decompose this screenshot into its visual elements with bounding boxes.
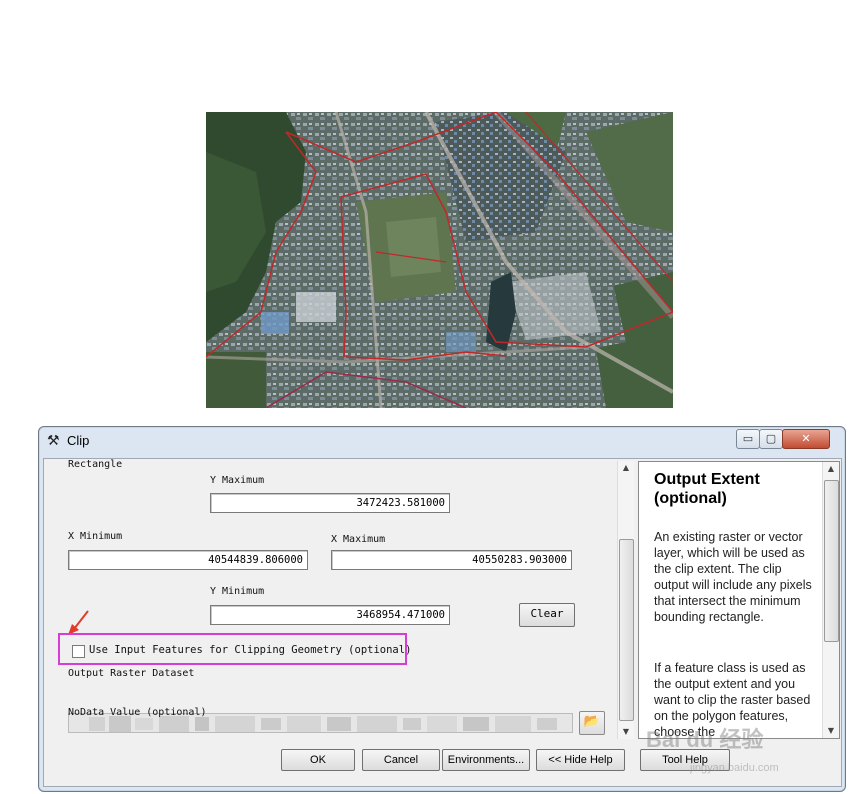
y-maximum-label: Y Maximum <box>210 475 265 486</box>
use-input-features-label[interactable]: Use Input Features for Clipping Geometry… <box>89 644 411 656</box>
use-input-features-checkbox[interactable] <box>72 645 85 658</box>
parameters-scrollbar[interactable]: ▲ ▼ <box>617 461 634 739</box>
parameters-pane: Rectangle Y Maximum 3472423.581000 X Min… <box>44 459 636 741</box>
minimize-button[interactable]: ▭ <box>736 429 760 449</box>
cancel-button[interactable]: Cancel <box>362 749 440 771</box>
scrollbar-thumb[interactable] <box>619 539 634 721</box>
x-maximum-input[interactable]: 40550283.903000 <box>331 550 572 570</box>
y-minimum-input[interactable]: 3468954.471000 <box>210 605 450 625</box>
environments-button[interactable]: Environments... <box>442 749 530 771</box>
y-maximum-input[interactable]: 3472423.581000 <box>210 493 450 513</box>
output-raster-label: Output Raster Dataset <box>68 668 195 679</box>
rectangle-label: Rectangle <box>68 459 123 470</box>
watermark-logo: Bai du 经验 <box>646 727 764 752</box>
scroll-down-icon[interactable]: ▼ <box>618 725 634 739</box>
x-minimum-label: X Minimum <box>68 531 123 542</box>
ok-button[interactable]: OK <box>281 749 355 771</box>
satellite-image <box>206 112 673 408</box>
watermark-url: jingyan.baidu.com <box>690 762 779 774</box>
dialog-title: Clip <box>67 433 90 448</box>
hammer-icon: ⚒ <box>47 433 60 449</box>
nodata-label: NoData Value (optional) <box>68 707 207 718</box>
help-scroll-down-icon[interactable]: ▼ <box>823 724 839 738</box>
x-maximum-label: X Maximum <box>331 534 386 545</box>
help-scrollbar[interactable]: ▲ ▼ <box>822 462 839 738</box>
close-button[interactable]: ✕ <box>782 429 830 449</box>
maximize-button[interactable]: ▢ <box>759 429 783 449</box>
y-minimum-label: Y Minimum <box>210 586 265 597</box>
x-minimum-input[interactable]: 40544839.806000 <box>68 550 308 570</box>
help-pane: Output Extent (optional) An existing ras… <box>638 461 840 739</box>
help-paragraph-1: An existing raster or vector layer, whic… <box>654 530 812 624</box>
hide-help-button[interactable]: << Hide Help <box>536 749 625 771</box>
help-scroll-up-icon[interactable]: ▲ <box>823 462 839 476</box>
help-scrollbar-thumb[interactable] <box>824 480 839 642</box>
folder-open-icon[interactable]: 📂 <box>579 711 605 735</box>
scroll-up-icon[interactable]: ▲ <box>618 461 634 475</box>
clear-button[interactable]: Clear <box>519 603 575 627</box>
help-title: Output Extent (optional) <box>654 471 760 507</box>
title-bar[interactable]: ⚒ Clip ▭ ▢ ✕ <box>39 427 845 455</box>
